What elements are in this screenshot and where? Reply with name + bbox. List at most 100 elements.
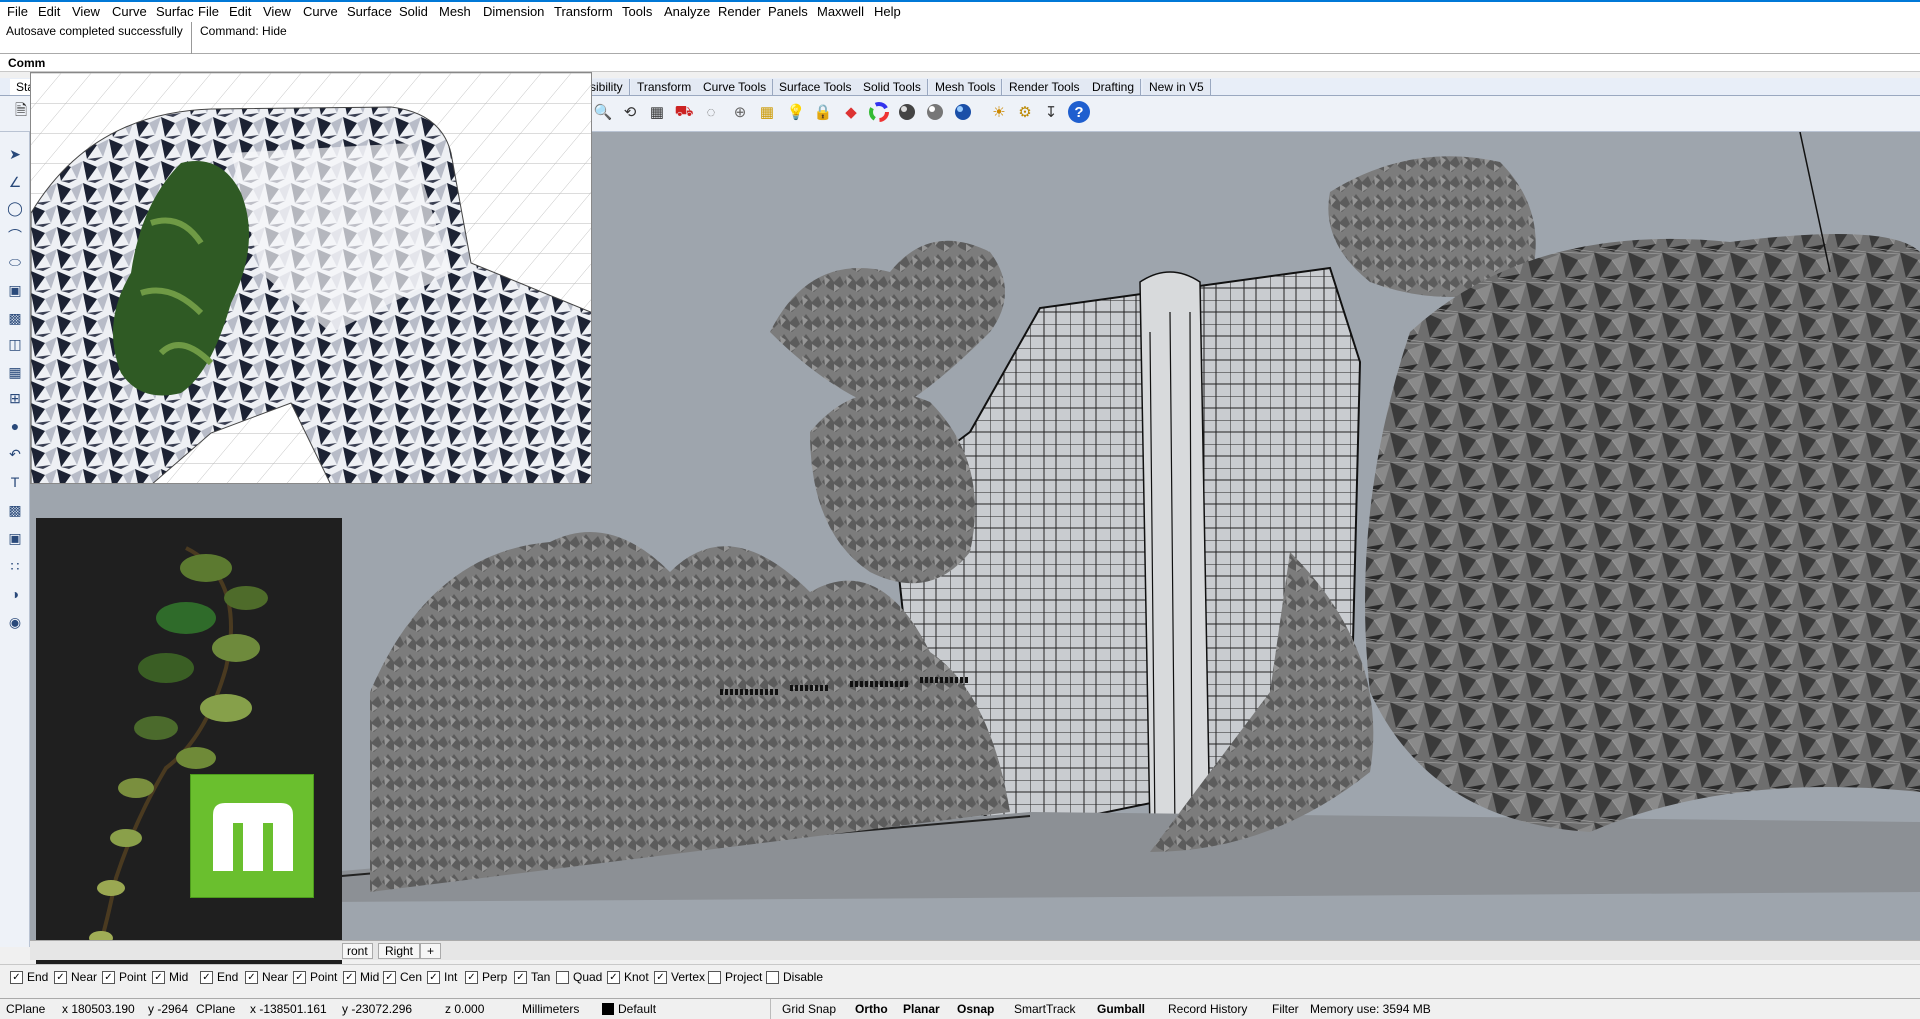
menu-render[interactable]: Render [718, 4, 761, 19]
checkbox-icon: ✓ [152, 970, 165, 984]
osnap-mid-left[interactable]: ✓ Mid [152, 970, 188, 984]
menu-analyze[interactable]: Analyze [664, 4, 710, 19]
render-tools-icon[interactable]: ◉ [5, 612, 25, 632]
options-gear-icon[interactable]: ⚙ [1014, 101, 1036, 123]
checkbox-icon [766, 970, 779, 984]
checkbox-icon: ✓ [514, 970, 527, 984]
menu-edit[interactable]: Edit [229, 4, 251, 19]
polyline-icon[interactable]: ∠ [5, 172, 25, 192]
render-sphere-icon[interactable] [896, 101, 918, 123]
ortho-toggle[interactable]: Ortho [855, 1002, 888, 1016]
tab-transform[interactable]: Transform [631, 79, 699, 95]
osnap-quad[interactable]: Quad [556, 970, 602, 984]
new-file-icon[interactable]: 🗎 [10, 101, 32, 123]
menu-solid[interactable]: Solid [399, 4, 428, 19]
solid-tools-icon[interactable]: ▣ [5, 528, 25, 548]
filter-button[interactable]: Filter [1272, 1002, 1299, 1016]
osnap-knot[interactable]: ✓ Knot [607, 970, 649, 984]
menu-file[interactable]: File [198, 4, 219, 19]
camera-icon[interactable]: ⊕ [729, 101, 751, 123]
sun-icon[interactable]: ☀ [988, 101, 1010, 123]
lock-icon[interactable]: 🔒 [812, 101, 834, 123]
osnap-toggle[interactable]: Osnap [957, 1002, 994, 1016]
gumball-toggle[interactable]: Gumball [1097, 1002, 1145, 1016]
osnap-project[interactable]: Project [708, 970, 762, 984]
tab-right-viewport[interactable]: Right [378, 943, 421, 959]
four-viewports-icon[interactable]: ▦ [646, 101, 668, 123]
help-icon[interactable]: ? [1068, 101, 1090, 123]
menu-view[interactable]: View [263, 4, 291, 19]
tab-drafting[interactable]: Drafting [1086, 79, 1142, 95]
osnap-end[interactable]: ✓ End [200, 970, 238, 984]
curve-tools-icon[interactable]: ↶ [5, 444, 25, 464]
smarttrack-toggle[interactable]: SmartTrack [1014, 1002, 1076, 1016]
array-icon[interactable]: ∷ [5, 556, 25, 576]
color-wheel-icon[interactable] [868, 101, 890, 123]
osnap-int[interactable]: ✓ Int [427, 970, 457, 984]
tab-solid-tools[interactable]: Solid Tools [857, 79, 928, 95]
osnap-vertex[interactable]: ✓ Vertex [654, 970, 705, 984]
shaded-view-icon[interactable]: ◌ [700, 101, 722, 123]
menu-mesh[interactable]: Mesh [439, 4, 471, 19]
status-z: z 0.000 [445, 1002, 485, 1016]
menu-edit-left[interactable]: Edit [38, 4, 60, 19]
rotate-view-icon[interactable]: ⟲ [619, 101, 641, 123]
surface-icon[interactable]: ▣ [5, 280, 25, 300]
menu-help[interactable]: Help [874, 4, 901, 19]
record-history-toggle[interactable]: Record History [1168, 1002, 1247, 1016]
material-icon[interactable]: ◆ [840, 101, 862, 123]
menu-transform[interactable]: Transform [554, 4, 613, 19]
osnap-end-left[interactable]: ✓ End [10, 970, 48, 984]
menu-curve-left[interactable]: Curve [112, 4, 147, 19]
menu-view-left[interactable]: View [72, 4, 100, 19]
render-preview-icon[interactable] [924, 101, 946, 123]
analyze-icon[interactable]: ◑ [5, 584, 25, 604]
menu-maxwell[interactable]: Maxwell [817, 4, 864, 19]
car-icon[interactable]: ⛟ [673, 101, 695, 123]
osnap-disable[interactable]: Disable [766, 970, 823, 984]
tab-render-tools[interactable]: Render Tools [1003, 79, 1087, 95]
arc-icon[interactable]: ⌒ [5, 226, 25, 246]
status-layer[interactable]: Default [618, 1002, 656, 1016]
planar-toggle[interactable]: Planar [903, 1002, 940, 1016]
box-icon[interactable]: ▩ [5, 308, 25, 328]
osnap-cen[interactable]: ✓ Cen [383, 970, 422, 984]
tab-curve-tools[interactable]: Curve Tools [697, 79, 774, 95]
osnap-near-left-label: Near [71, 970, 98, 984]
menu-file-left[interactable]: File [7, 4, 28, 19]
zoom-icon[interactable]: 🔍 [592, 101, 614, 123]
osnap-near[interactable]: ✓ Near [245, 970, 288, 984]
menu-panels[interactable]: Panels [768, 4, 808, 19]
group-icon[interactable]: ▩ [5, 500, 25, 520]
command-prompt[interactable]: Comm [0, 54, 1920, 72]
mesh-icon[interactable]: ▦ [5, 362, 25, 382]
menu-curve[interactable]: Curve [303, 4, 338, 19]
tab-front-viewport[interactable]: ront [342, 943, 373, 959]
osnap-tan[interactable]: ✓ Tan [514, 970, 550, 984]
cylinder-icon[interactable]: ◫ [5, 334, 25, 354]
text-icon[interactable]: T [5, 472, 25, 492]
environment-sphere-icon[interactable] [952, 101, 974, 123]
tab-mesh-tools[interactable]: Mesh Tools [929, 79, 1003, 95]
osnap-point[interactable]: ✓ Point [293, 970, 337, 984]
transform-icon[interactable]: ⊞ [5, 388, 25, 408]
light-bulb-icon[interactable]: 💡 [785, 101, 807, 123]
tab-surface-tools[interactable]: Surface Tools [773, 79, 859, 95]
select-arrow-icon[interactable]: ➤ [5, 144, 25, 164]
menu-tools[interactable]: Tools [622, 4, 652, 19]
osnap-mid[interactable]: ✓ Mid [343, 970, 379, 984]
menu-dimension[interactable]: Dimension [483, 4, 544, 19]
snap-grid-icon[interactable]: ▦ [756, 101, 778, 123]
osnap-perp[interactable]: ✓ Perp [465, 970, 507, 984]
osnap-point-left[interactable]: ✓ Point [102, 970, 146, 984]
boolean-icon[interactable]: ● [5, 416, 25, 436]
osnap-near-left[interactable]: ✓ Near [54, 970, 97, 984]
ellipse-icon[interactable]: ⬭ [5, 252, 25, 272]
menu-surface[interactable]: Surface [347, 4, 392, 19]
menu-surface-left[interactable]: Surfac [156, 4, 194, 19]
dimension-icon[interactable]: ↧ [1040, 101, 1062, 123]
tab-new-in-v5[interactable]: New in V5 [1143, 79, 1211, 95]
circle-icon[interactable]: ◯ [5, 198, 25, 218]
add-viewport-tab-button[interactable]: + [420, 943, 442, 959]
grid-snap-toggle[interactable]: Grid Snap [782, 1002, 836, 1016]
